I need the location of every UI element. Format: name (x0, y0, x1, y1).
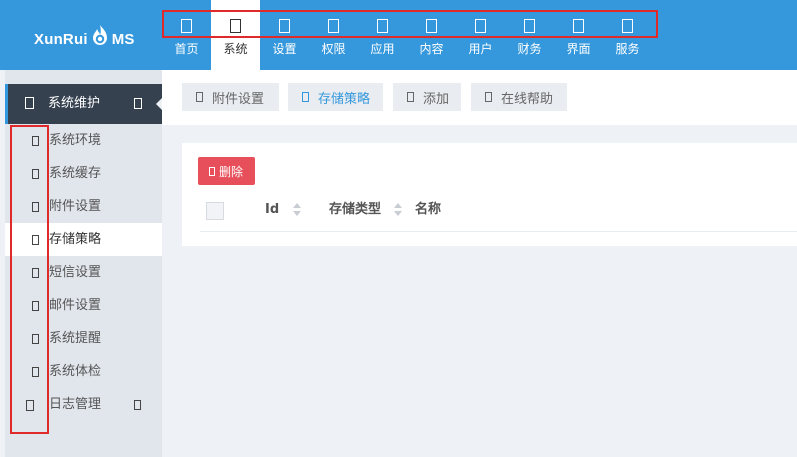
nav-item-apps[interactable]: 应用 (358, 0, 407, 70)
trash-icon (209, 166, 215, 176)
sidebar-item-storage-policy[interactable]: 存储策略 (5, 223, 162, 256)
storage-icon (302, 92, 309, 102)
add-label: 添加 (423, 91, 450, 107)
expand-icon[interactable] (134, 400, 141, 410)
top-nav: 首页 系统 设置 权限 应用 内容 用户 财务 界面 服务 (162, 0, 652, 70)
column-header-storage-type[interactable]: 存储类型 (329, 202, 381, 218)
nav-label: 内容 (419, 42, 444, 56)
logo-flame-icon (92, 25, 107, 45)
wrench-icon (25, 97, 34, 109)
log-icon (26, 400, 34, 411)
toolbar: 附件设置 存储策略 添加 在线帮助 (162, 70, 797, 125)
app-icon (377, 19, 388, 33)
sidebar-item-label: 系统提醒 (49, 331, 102, 346)
home-icon (181, 19, 192, 33)
nav-label: 设置 (272, 42, 297, 56)
sidebar-item-health-check[interactable]: 系统体检 (5, 355, 162, 388)
help-label: 在线帮助 (501, 91, 554, 107)
sort-icon[interactable] (293, 201, 301, 219)
sidebar-head-system-maintenance[interactable]: 系统维护 (5, 84, 163, 124)
tab-label: 存储策略 (318, 91, 371, 107)
attachment-icon (32, 202, 39, 212)
logo[interactable]: XunRui MS (34, 25, 135, 51)
column-header-name: 名称 (415, 202, 442, 217)
help-icon (485, 92, 492, 102)
ui-icon (573, 19, 584, 33)
sidebar-item-label: 系统环境 (49, 133, 102, 148)
nav-item-permissions[interactable]: 权限 (309, 0, 358, 70)
sidebar-item-attachment[interactable]: 附件设置 (5, 190, 162, 223)
settings-icon (279, 19, 290, 33)
nav-label: 用户 (468, 42, 493, 56)
nav-label: 服务 (615, 42, 640, 56)
attachment-icon (196, 92, 203, 102)
nav-label: 财务 (517, 42, 542, 56)
nav-label: 系统 (223, 42, 248, 56)
logo-text-post: MS (111, 30, 135, 48)
plus-icon (407, 92, 414, 102)
cog-icon (230, 19, 241, 33)
sidebar-head-title: 系统维护 (48, 96, 101, 111)
sidebar-head-accent (5, 84, 8, 124)
content-panel: 删除 Id 存储类型 名称 (182, 143, 797, 246)
nav-item-users[interactable]: 用户 (456, 0, 505, 70)
sidebar-item-env[interactable]: 系统环境 (5, 124, 162, 157)
sidebar-item-label: 系统缓存 (49, 166, 102, 181)
column-header-id[interactable]: Id (265, 202, 279, 218)
tab-label: 附件设置 (212, 91, 265, 107)
sms-icon (32, 268, 39, 278)
content-icon (426, 19, 437, 33)
nav-item-settings[interactable]: 设置 (260, 0, 309, 70)
sidebar-item-reminder[interactable]: 系统提醒 (5, 322, 162, 355)
user-icon (475, 19, 486, 33)
add-button[interactable]: 添加 (393, 83, 461, 111)
tab-storage-policy[interactable]: 存储策略 (288, 83, 383, 111)
nav-item-content[interactable]: 内容 (407, 0, 456, 70)
bell-icon (32, 334, 39, 344)
sidebar-item-label: 邮件设置 (49, 298, 102, 313)
sort-icon[interactable] (394, 201, 402, 219)
sidebar-item-sms[interactable]: 短信设置 (5, 256, 162, 289)
nav-item-system[interactable]: 系统 (211, 0, 260, 70)
env-icon (32, 136, 39, 146)
sidebar: 系统维护 系统环境 系统缓存 附件设置 存储策略 短信设置 邮件设置 系统提醒 … (5, 70, 163, 457)
top-header: XunRui MS 首页 系统 设置 权限 应用 内容 用户 财务 界面 服务 (0, 0, 797, 70)
sidebar-item-label: 日志管理 (49, 397, 102, 412)
sidebar-item-label: 存储策略 (49, 232, 102, 247)
email-icon (32, 301, 39, 311)
table-header: Id 存储类型 名称 (200, 197, 797, 232)
finance-icon (524, 19, 535, 33)
nav-label: 首页 (174, 42, 199, 56)
sidebar-item-label: 短信设置 (49, 265, 102, 280)
delete-label: 删除 (219, 164, 244, 179)
nav-item-interface[interactable]: 界面 (554, 0, 603, 70)
service-icon (622, 19, 633, 33)
collapse-icon[interactable] (134, 98, 142, 109)
online-help-button[interactable]: 在线帮助 (471, 83, 567, 111)
nav-label: 应用 (370, 42, 395, 56)
logo-text-pre: XunRui (34, 30, 88, 48)
nav-label: 界面 (566, 42, 591, 56)
nav-item-home[interactable]: 首页 (162, 0, 211, 70)
sidebar-item-email[interactable]: 邮件设置 (5, 289, 162, 322)
sidebar-item-log[interactable]: 日志管理 (5, 388, 162, 421)
delete-button[interactable]: 删除 (198, 157, 255, 185)
health-icon (32, 367, 39, 377)
cache-icon (32, 169, 39, 179)
nav-label: 权限 (321, 42, 346, 56)
sidebar-item-label: 附件设置 (49, 199, 102, 214)
sidebar-list: 系统环境 系统缓存 附件设置 存储策略 短信设置 邮件设置 系统提醒 系统体检 (5, 124, 162, 421)
select-all-checkbox[interactable] (206, 202, 224, 220)
storage-icon (32, 235, 39, 245)
sidebar-item-cache[interactable]: 系统缓存 (5, 157, 162, 190)
lock-icon (328, 19, 339, 33)
nav-item-service[interactable]: 服务 (603, 0, 652, 70)
sidebar-item-label: 系统体检 (49, 364, 102, 379)
nav-item-finance[interactable]: 财务 (505, 0, 554, 70)
tab-attachment-settings[interactable]: 附件设置 (182, 83, 279, 111)
